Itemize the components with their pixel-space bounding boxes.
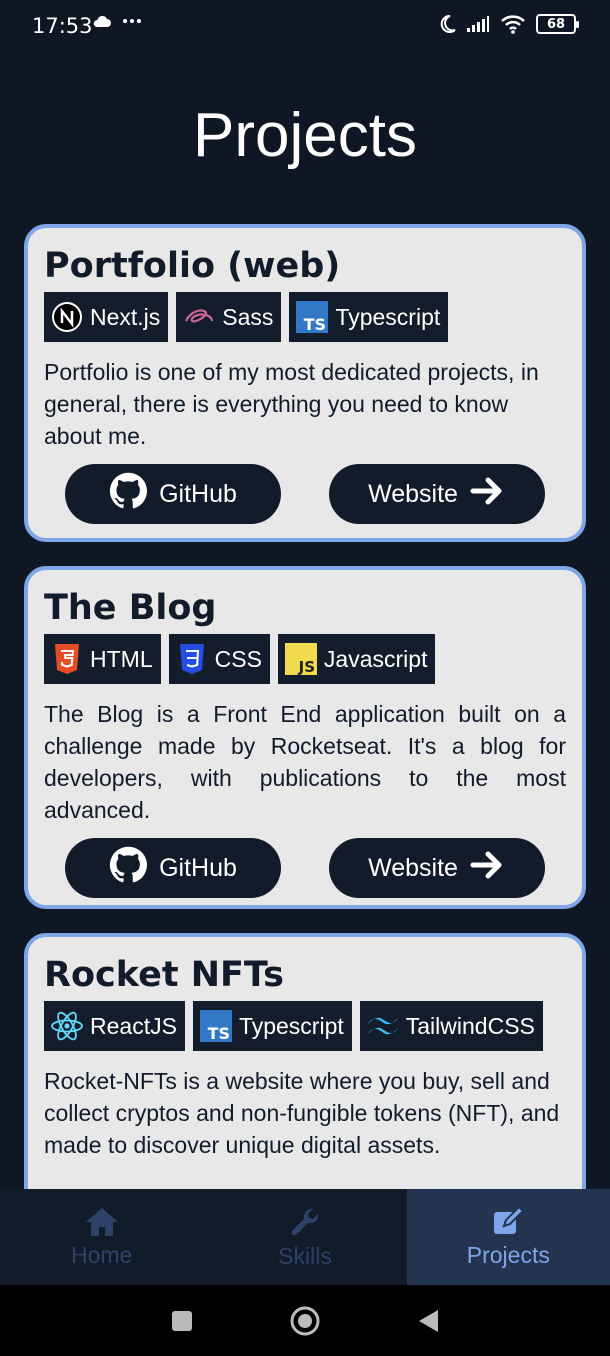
edit-icon	[494, 1205, 525, 1234]
project-card-blog: The Blog HTML CSS JS Javascript The Blog…	[24, 566, 586, 909]
arrow-right-icon	[470, 849, 506, 888]
home-circle-icon[interactable]	[289, 1305, 321, 1337]
moon-icon	[440, 14, 456, 33]
home-icon	[85, 1207, 118, 1236]
website-button[interactable]: Website	[329, 838, 545, 898]
svg-text:JS: JS	[298, 658, 315, 675]
github-icon	[109, 846, 148, 891]
nav-item-home[interactable]: Home	[0, 1189, 203, 1285]
tech-tags: ReactJS TS Typescript TailwindCSS	[44, 1001, 566, 1051]
project-description: Rocket-NFTs is a website where you buy, …	[44, 1068, 560, 1158]
website-button[interactable]: Website	[329, 464, 545, 524]
project-description: Portfolio is one of my most dedicated pr…	[44, 359, 539, 449]
projects-list[interactable]: Portfolio (web) Next.js Sass TS Typescri…	[0, 222, 610, 1189]
sass-icon	[182, 300, 216, 334]
tech-tags: HTML CSS JS Javascript	[44, 634, 566, 684]
tag-javascript: JS Javascript	[277, 634, 436, 684]
more-dots-icon	[123, 19, 141, 23]
tag-react: ReactJS	[44, 1001, 185, 1051]
github-icon	[109, 472, 148, 517]
nav-item-label: Home	[70, 1241, 133, 1268]
tag-tailwindcss: TailwindCSS	[359, 1001, 543, 1051]
typescript-icon: TS	[199, 1009, 233, 1043]
tag-html: HTML	[44, 634, 161, 684]
tag-css: CSS	[168, 634, 270, 684]
nav-item-label: Projects	[466, 1241, 550, 1268]
github-button[interactable]: GitHub	[65, 838, 281, 898]
wrench-icon	[291, 1208, 319, 1235]
battery-indicator: 68	[536, 14, 579, 34]
arrow-right-icon	[470, 475, 506, 514]
back-icon[interactable]	[416, 1308, 440, 1334]
project-title: Rocket NFTs	[44, 955, 284, 995]
nav-item-skills[interactable]: Skills	[203, 1189, 406, 1285]
github-button[interactable]: GitHub	[65, 464, 281, 524]
tag-sass: Sass	[176, 292, 282, 342]
status-time: 17:53	[32, 14, 93, 38]
tag-typescript: TS Typescript	[192, 1001, 352, 1051]
nextjs-icon	[50, 300, 84, 334]
website-button-label: Website	[368, 479, 458, 508]
tag-typescript: TS Typescript	[289, 292, 449, 342]
github-button-label: GitHub	[159, 479, 237, 508]
typescript-icon: TS	[295, 300, 329, 334]
website-button-label: Website	[368, 853, 458, 882]
react-icon	[50, 1009, 84, 1043]
bottom-nav: Home Skills Projects	[0, 1189, 610, 1285]
cloud-icon	[93, 15, 111, 27]
tag-nextjs: Next.js	[44, 292, 169, 342]
system-nav-bar	[0, 1285, 610, 1356]
css-icon	[175, 642, 209, 676]
project-card-portfolio: Portfolio (web) Next.js Sass TS Typescri…	[24, 224, 586, 542]
recents-icon[interactable]	[170, 1309, 194, 1333]
svg-text:TS: TS	[208, 1024, 230, 1042]
tailwind-icon	[366, 1009, 400, 1043]
nav-item-projects[interactable]: Projects	[406, 1189, 610, 1285]
signal-icon	[467, 16, 489, 32]
tech-tags: Next.js Sass TS Typescript	[44, 292, 566, 342]
nav-item-label: Skills	[278, 1242, 332, 1269]
page-title: Projects	[193, 101, 417, 170]
wifi-icon	[501, 15, 525, 34]
project-card-rocket-nfts: Rocket NFTs ReactJS TS Typescript Tailwi…	[24, 933, 586, 1189]
github-button-label: GitHub	[159, 853, 237, 882]
status-bar: 17:53 68	[0, 0, 610, 56]
javascript-icon: JS	[284, 642, 318, 676]
project-description: The Blog is a Front End application buil…	[44, 701, 566, 823]
project-title: The Blog	[44, 588, 217, 628]
project-title: Portfolio (web)	[44, 246, 341, 286]
html-icon	[50, 642, 84, 676]
svg-text:TS: TS	[304, 315, 326, 333]
